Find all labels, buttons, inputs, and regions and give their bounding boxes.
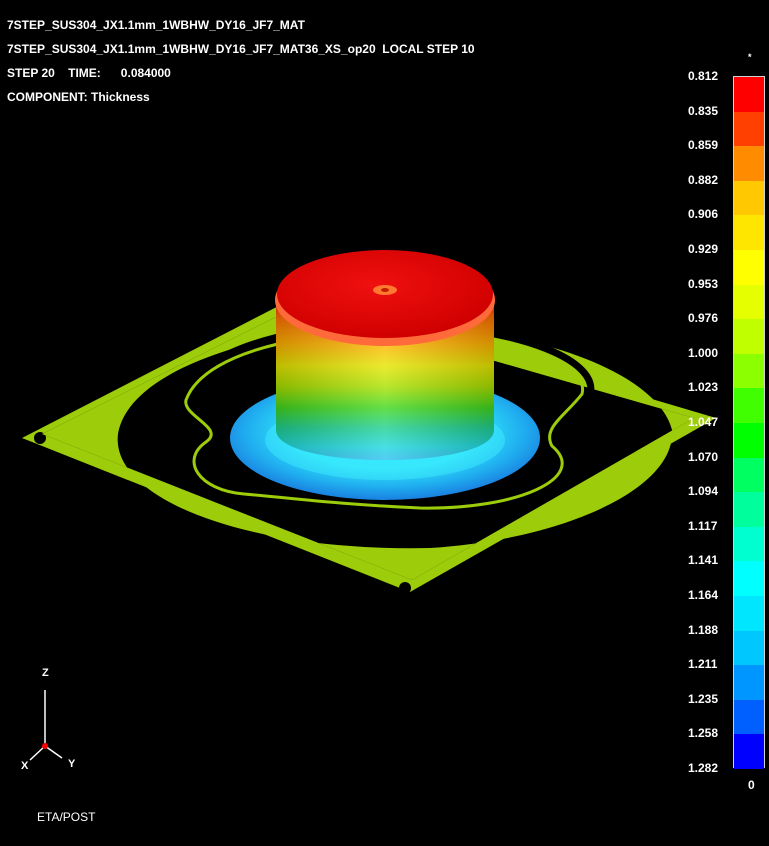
legend-segment: [734, 77, 764, 113]
corner-notch: [399, 582, 411, 594]
legend-tick-label: 1.211: [688, 657, 718, 672]
legend-tick-label: 1.000: [688, 345, 719, 360]
legend-color-bar: [733, 76, 765, 770]
legend-tick-label: 0.976: [688, 311, 719, 326]
legend-tick-label: 1.141: [688, 553, 719, 568]
legend-tick-label: 0.882: [688, 172, 719, 187]
legend-tick-label: 0.859: [688, 138, 719, 153]
legend-tick-label: 0.953: [688, 276, 719, 291]
legend-tick-label: 0.835: [688, 103, 719, 118]
model-viewport[interactable]: [0, 0, 769, 846]
legend-segment: [734, 423, 764, 459]
legend-segment: [734, 492, 764, 528]
legend-segment: [734, 250, 764, 286]
cup-top-dimple-center: [381, 288, 389, 292]
legend-tick-label: 0.929: [688, 242, 719, 256]
legend-segment: [734, 111, 764, 147]
legend-segment: [734, 388, 764, 424]
legend-tick-label: 1.047: [688, 415, 719, 429]
legend-segment: [734, 353, 764, 389]
axis-x-label: X: [21, 760, 29, 772]
legend-segment: [734, 319, 764, 355]
legend-tick-label: 1.164: [688, 588, 719, 602]
legend-segment: [734, 526, 764, 562]
legend-segment: [734, 665, 764, 701]
legend-segment: [734, 734, 764, 770]
axis-y-label: Y: [68, 758, 76, 770]
legend-tick-label: 1.235: [688, 691, 719, 706]
legend-segment: [734, 630, 764, 666]
legend-tick-label: 1.188: [688, 622, 719, 637]
legend-tick-label: 1.282: [688, 761, 719, 775]
legend-tick-label: 1.070: [688, 449, 719, 464]
legend-segment: [734, 180, 764, 216]
legend-segment: [734, 561, 764, 597]
axis-z-label: Z: [42, 667, 49, 679]
legend-tick-label: 1.094: [688, 484, 719, 499]
legend-tick-label: 1.117: [688, 518, 718, 533]
legend-segment: [734, 596, 764, 632]
legend-top-marker: *: [748, 52, 752, 62]
legend-tick-label: 1.258: [688, 726, 719, 741]
legend-tick-label: 0.906: [688, 207, 719, 222]
legend-tick-label: 0.812: [688, 69, 719, 83]
legend-segment: [734, 146, 764, 182]
legend-bottom-marker: 0: [748, 778, 755, 792]
legend-tick-label: 1.023: [688, 380, 719, 395]
legend-segment: [734, 699, 764, 735]
legend-segment: [734, 215, 764, 251]
legend-segment: [734, 284, 764, 320]
footer-label: ETA/POST: [37, 810, 96, 824]
legend-segment: [734, 457, 764, 493]
